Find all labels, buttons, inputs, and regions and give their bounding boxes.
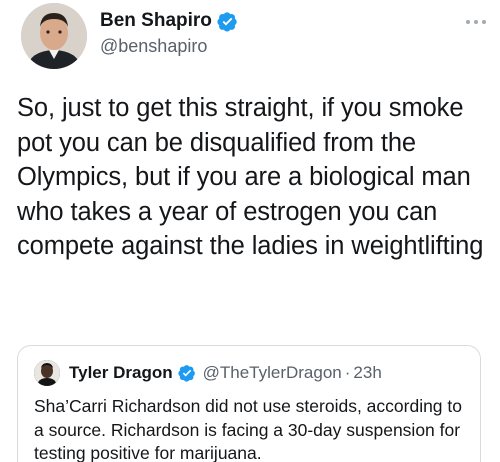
quoted-tweet[interactable]: Tyler Dragon @TheTylerDragon · 23h Sha’C… [17, 345, 481, 462]
quoted-tweet-header: Tyler Dragon @TheTylerDragon · 23h [34, 360, 382, 386]
verified-badge-icon [217, 11, 237, 32]
author-handle[interactable]: @benshapiro [100, 36, 238, 57]
author-avatar[interactable] [21, 3, 87, 69]
quoted-tweet-text: Sha’Carri Richardson did not use steroid… [34, 396, 462, 462]
verified-badge-icon [177, 365, 195, 382]
quoted-author-avatar[interactable] [34, 360, 60, 386]
tweet-card: Ben Shapiro @benshapiro So, just to get … [0, 0, 500, 462]
author-block: Ben Shapiro @benshapiro [100, 8, 238, 57]
author-name-row: Ben Shapiro [100, 8, 238, 34]
more-horizontal-icon[interactable] [464, 18, 488, 26]
quoted-author-handle[interactable]: @TheTylerDragon [203, 363, 342, 383]
author-display-name[interactable]: Ben Shapiro [100, 10, 212, 32]
separator-dot: · [344, 363, 351, 382]
tweet-text: So, just to get this straight, if you sm… [17, 94, 484, 260]
quoted-tweet-time[interactable]: 23h [353, 363, 381, 383]
quoted-author-display-name[interactable]: Tyler Dragon [69, 363, 173, 383]
